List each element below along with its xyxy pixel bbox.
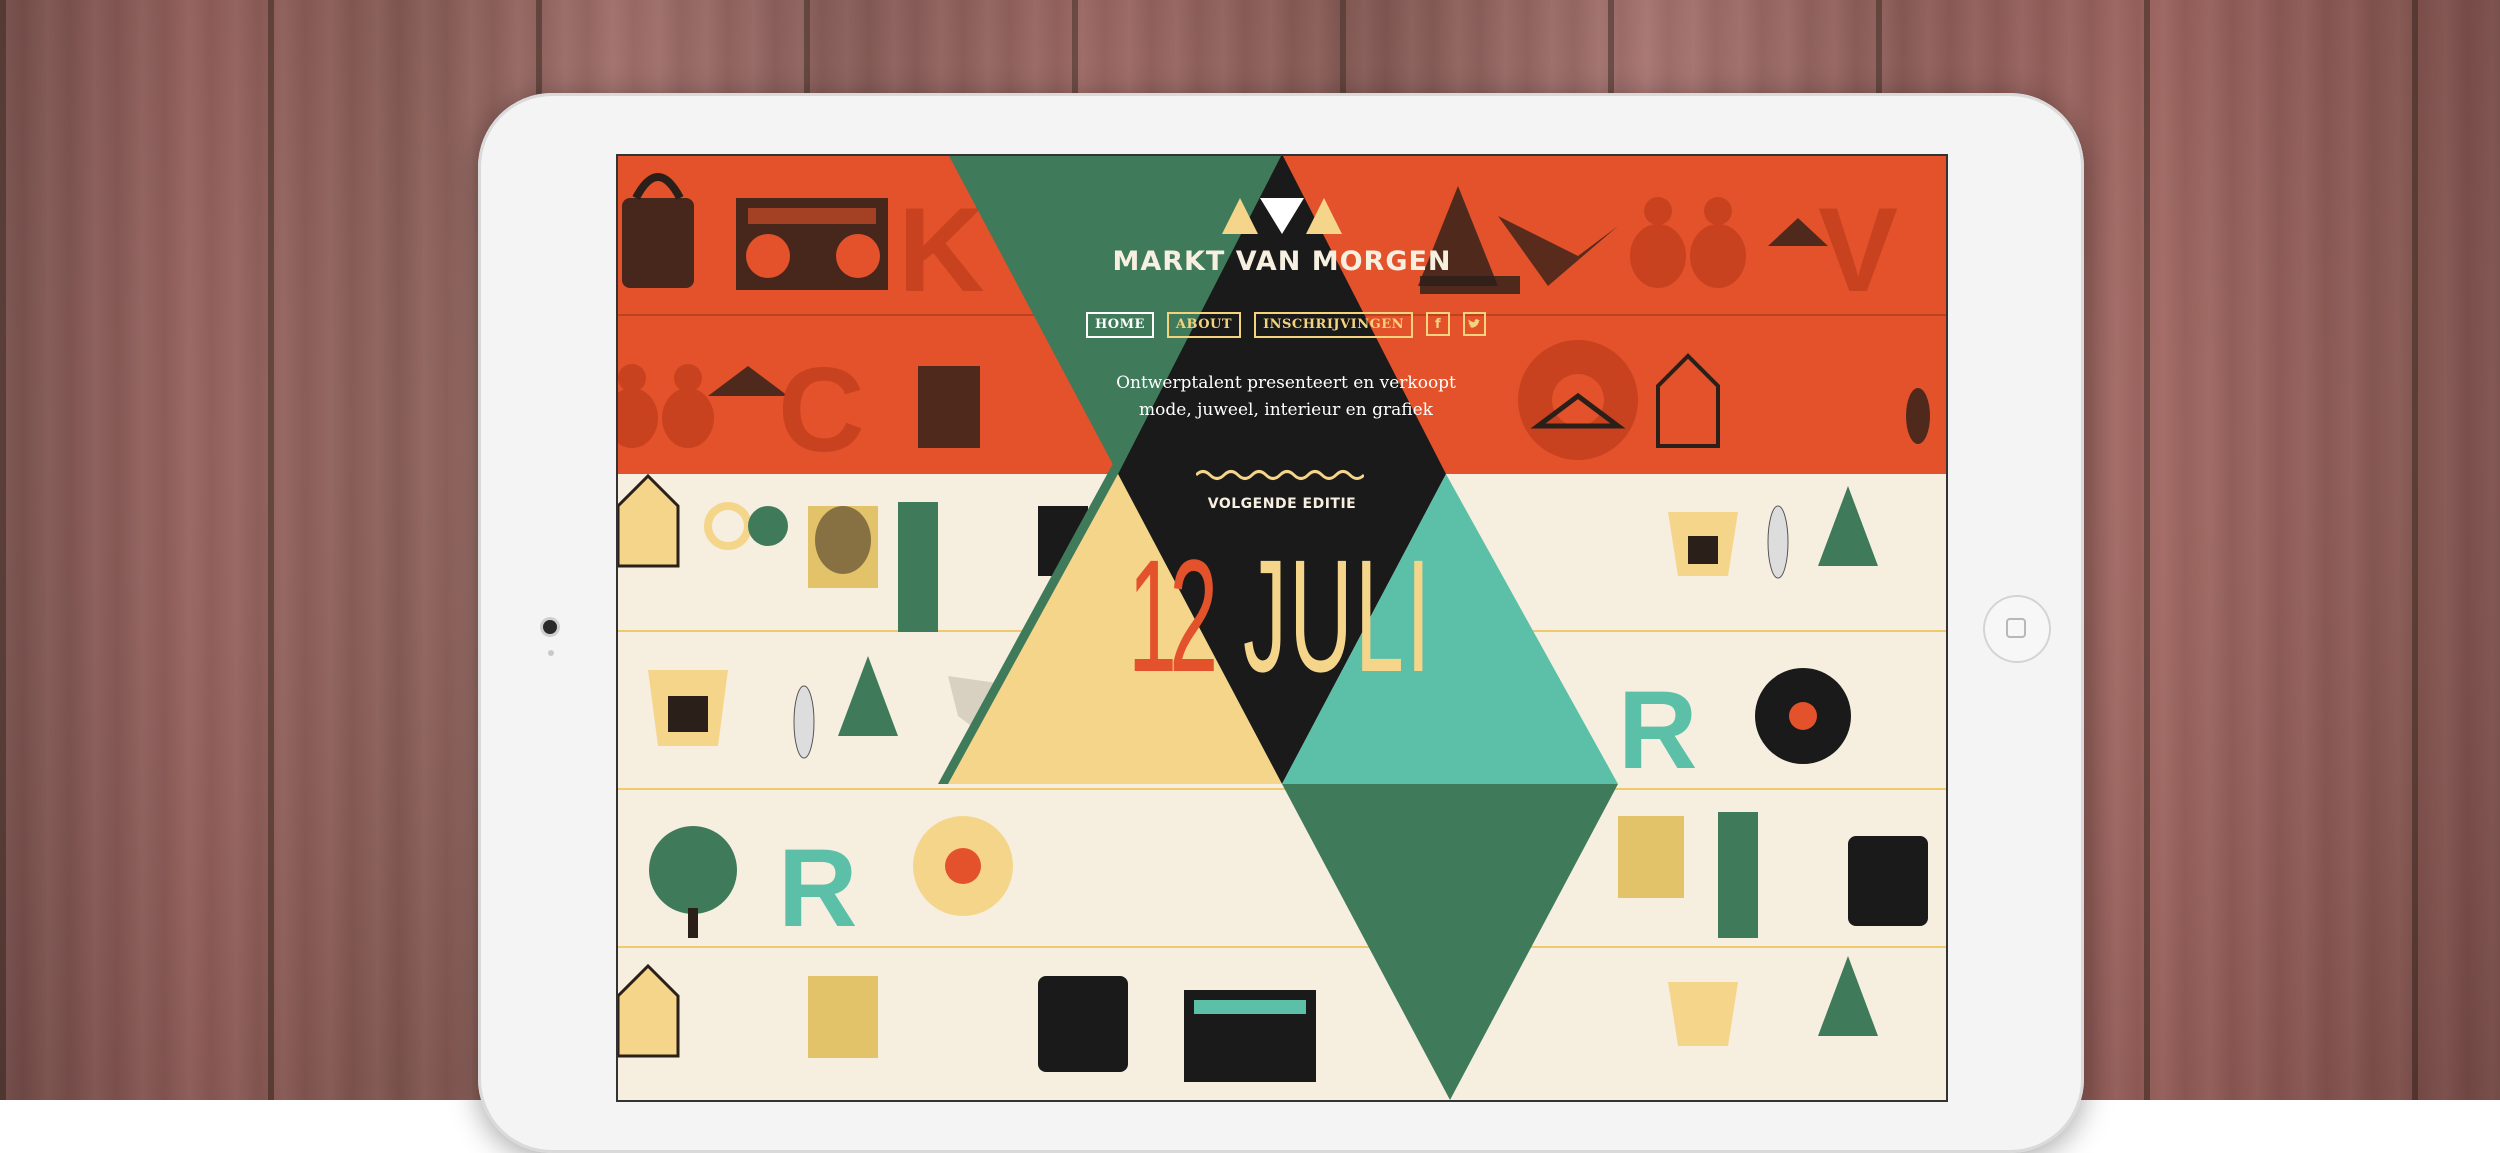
letter-r-icon: R (1618, 669, 1697, 792)
mannequin-icon (1630, 197, 1746, 288)
nav-about[interactable]: ABOUT (1166, 312, 1242, 339)
twitter-bird-icon (1468, 319, 1481, 328)
mannequin-icon (618, 364, 714, 448)
tent-icon (1818, 486, 1878, 566)
feather-icon (793, 685, 815, 759)
feather-icon (1767, 505, 1789, 579)
wave-divider-icon (1196, 470, 1364, 480)
letter-v-icon: V (1818, 183, 1898, 317)
house-icon (618, 473, 680, 568)
logo-icon[interactable] (1222, 194, 1342, 238)
nav-home[interactable]: HOME (1086, 312, 1154, 339)
svg-text:R: R (778, 827, 857, 950)
svg-text:V: V (1818, 183, 1898, 317)
bird-icon (1498, 216, 1618, 286)
portrait-icon (808, 506, 878, 588)
edition-month: JULI (1243, 526, 1433, 705)
tagline: Ontwerptalent presenteert en verkoopt mo… (1096, 370, 1476, 424)
svg-text:C: C (778, 343, 865, 477)
next-edition-label: VOLGENDE EDITIE (1207, 496, 1357, 512)
letter-o-icon (1518, 340, 1638, 460)
tablet-screen: K V C R R MARKT VAN MORGEN HOME ABOUT IN… (618, 156, 1946, 1100)
record-icon (913, 816, 1013, 916)
tree-icon (649, 826, 737, 938)
edition-day: 12 (1128, 526, 1218, 705)
green-diamond-bottom (1282, 784, 1618, 1100)
glass-icon (648, 670, 728, 746)
handbag-icon (1038, 976, 1128, 1072)
handbag-icon (1848, 836, 1928, 926)
boombox-icon (736, 198, 888, 290)
site-title[interactable]: MARKT VAN MORGEN (1088, 246, 1476, 277)
feather-icon (1906, 388, 1930, 444)
house-icon (618, 963, 680, 1058)
glass-icon (1668, 512, 1738, 576)
houses-icon (1656, 353, 1720, 448)
portrait-icon (808, 976, 878, 1058)
portrait-icon (1618, 816, 1684, 898)
main-nav: HOME ABOUT INSCHRIJVINGEN f (1086, 312, 1486, 339)
svg-text:R: R (1618, 669, 1697, 792)
letter-r-icon: R (778, 827, 857, 950)
letter-c-icon: C (778, 343, 865, 477)
camera-icon (543, 620, 557, 634)
home-button[interactable] (1983, 595, 2051, 663)
glass-icon (1668, 982, 1738, 1046)
letter-g-icon (704, 502, 752, 550)
svg-text:K: K (898, 183, 985, 317)
tagline-line-1: Ontwerptalent presenteert en verkoopt (1116, 373, 1456, 393)
earring-icon (748, 506, 788, 546)
boombox-icon (1184, 990, 1316, 1082)
lamp-icon (708, 366, 788, 396)
tent-icon (1818, 956, 1878, 1036)
tent-icon (1418, 186, 1520, 294)
home-square-icon (2006, 618, 2026, 638)
light-sensor (548, 650, 554, 656)
stall-icon (918, 366, 980, 448)
facebook-icon[interactable]: f (1426, 312, 1450, 336)
letter-e-icon (898, 502, 938, 632)
tent-icon (838, 656, 898, 736)
letter-k-icon: K (898, 183, 985, 317)
twitter-icon[interactable] (1462, 312, 1486, 336)
letter-e-icon (1718, 812, 1758, 938)
handbag-icon (622, 173, 694, 288)
record-icon (1755, 668, 1851, 764)
nav-inschrijvingen[interactable]: INSCHRIJVINGEN (1254, 312, 1414, 339)
tagline-line-2: mode, juweel, interieur en grafiek (1139, 400, 1433, 420)
